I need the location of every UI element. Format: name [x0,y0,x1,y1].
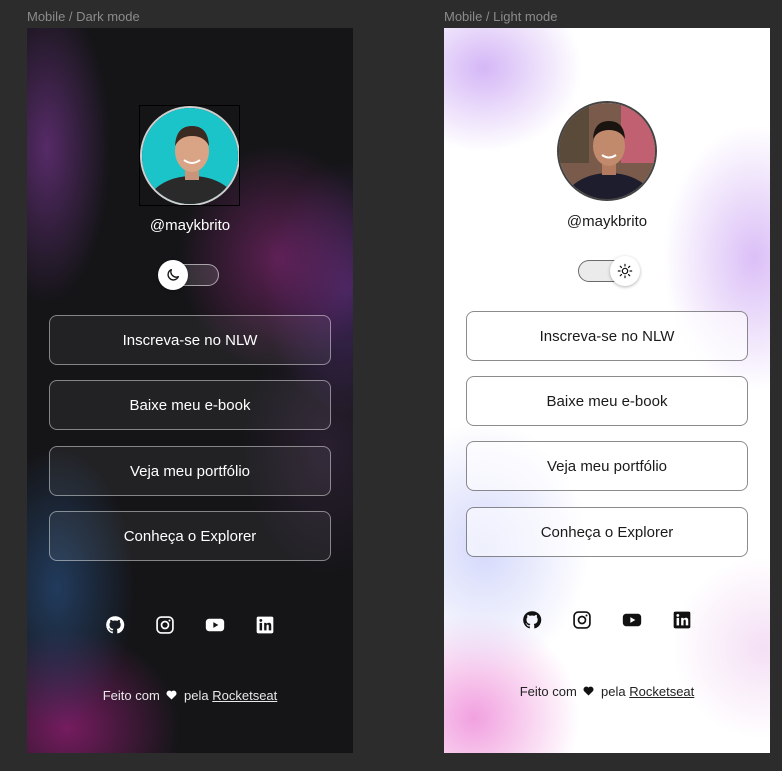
username: @maykbrito [566,213,648,230]
footer: Feito com pela Rocketseat [444,684,770,699]
footer-by: pela [184,688,209,703]
link-button-portfolio[interactable]: Veja meu portfólio [49,446,331,496]
avatar [557,101,657,201]
heart-icon [583,684,594,699]
username: @maykbrito [149,217,231,234]
youtube-icon[interactable] [620,608,644,632]
frame-label-light: Mobile / Light mode [444,9,558,24]
instagram-icon[interactable] [570,608,594,632]
footer-made-with: Feito com [519,684,577,699]
heart-icon [166,688,177,703]
github-icon[interactable] [103,613,127,637]
mobile-light-frame: @maykbrito Inscreva-se no NLW Baixe meu … [444,28,770,753]
linkedin-icon[interactable] [253,613,277,637]
link-button-portfolio[interactable]: Veja meu portfólio [466,441,748,491]
link-button-explorer[interactable]: Conheça o Explorer [49,511,331,561]
sun-icon [610,256,640,286]
linkedin-icon[interactable] [670,608,694,632]
footer-by: pela [601,684,626,699]
link-button-ebook[interactable]: Baixe meu e-book [49,380,331,430]
instagram-icon[interactable] [153,613,177,637]
footer-brand-link[interactable]: Rocketseat [212,688,277,703]
mobile-dark-frame: @maykbrito Inscreva-se no NLW Baixe meu … [27,28,353,753]
youtube-icon[interactable] [203,613,227,637]
link-button-nlw[interactable]: Inscreva-se no NLW [49,315,331,365]
avatar [140,106,240,206]
footer: Feito com pela Rocketseat [27,688,353,703]
moon-icon [158,260,188,290]
theme-toggle[interactable] [158,260,219,290]
theme-toggle[interactable] [578,256,640,286]
social-links [444,608,770,632]
link-button-ebook[interactable]: Baixe meu e-book [466,376,748,426]
link-button-explorer[interactable]: Conheça o Explorer [466,507,748,557]
link-button-nlw[interactable]: Inscreva-se no NLW [466,311,748,361]
footer-brand-link[interactable]: Rocketseat [629,684,694,699]
frame-label-dark: Mobile / Dark mode [27,9,140,24]
github-icon[interactable] [520,608,544,632]
footer-made-with: Feito com [102,688,160,703]
social-links [27,613,353,637]
